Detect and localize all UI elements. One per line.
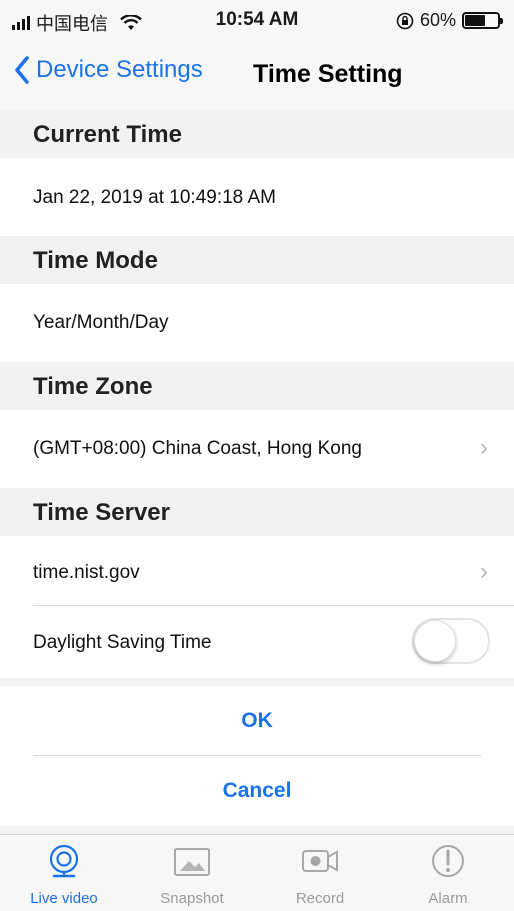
back-button-label: Device Settings	[36, 56, 203, 83]
section-header-time-zone: Time Zone	[0, 362, 514, 410]
tab-label: Live video	[30, 890, 98, 907]
ok-button[interactable]: OK	[0, 709, 514, 733]
tab-label: Snapshot	[160, 890, 224, 907]
orientation-lock-icon	[396, 12, 414, 29]
time-mode-value: Year/Month/Day	[33, 312, 169, 333]
daylight-saving-toggle[interactable]	[412, 618, 490, 664]
live-video-icon	[49, 844, 79, 878]
battery-percent: 60%	[419, 10, 456, 30]
section-title: Time Mode	[33, 247, 158, 274]
current-time-row: Jan 22, 2019 at 10:49:18 AM	[0, 158, 514, 236]
tab-alarm[interactable]: Alarm	[384, 835, 512, 911]
chevron-right-icon: ›	[480, 434, 488, 461]
navigation-bar: Device Settings Time Setting	[0, 40, 514, 110]
section-title: Current Time	[33, 121, 182, 148]
battery-icon	[462, 12, 503, 29]
time-server-row[interactable]: time.nist.gov ›	[0, 536, 514, 605]
tab-record[interactable]: Record	[256, 835, 384, 911]
tab-label: Alarm	[428, 890, 468, 907]
tab-label: Record	[295, 890, 345, 907]
tab-live-video[interactable]: Live video	[0, 835, 128, 911]
battery-fill	[465, 15, 486, 26]
time-mode-row[interactable]: Year/Month/Day	[0, 284, 514, 362]
alarm-icon	[432, 845, 464, 877]
status-bar: 中国电信 10:54 AM 60%	[0, 0, 514, 40]
cancel-button[interactable]: Cancel	[0, 779, 514, 803]
time-zone-value: (GMT+08:00) China Coast, Hong Kong	[33, 438, 362, 459]
section-spacer	[0, 826, 514, 834]
section-header-current-time: Current Time	[0, 110, 514, 158]
chevron-right-icon: ›	[480, 558, 488, 585]
section-header-time-server: Time Server	[0, 488, 514, 536]
daylight-saving-label: Daylight Saving Time	[33, 632, 212, 653]
tab-bar: Live video Snapshot Record Alarm	[0, 834, 514, 911]
snapshot-icon	[174, 848, 210, 876]
tab-snapshot[interactable]: Snapshot	[128, 835, 256, 911]
button-divider	[33, 755, 481, 756]
page-title: Time Setting	[253, 60, 403, 88]
status-right: 60%	[396, 10, 503, 31]
daylight-saving-row: Daylight Saving Time	[0, 606, 514, 678]
chevron-left-icon	[15, 56, 29, 84]
time-server-value: time.nist.gov	[33, 562, 140, 583]
section-title: Time Server	[33, 499, 170, 526]
time-zone-row[interactable]: (GMT+08:00) China Coast, Hong Kong ›	[0, 410, 514, 488]
back-button[interactable]: Device Settings	[14, 56, 203, 84]
section-spacer	[0, 678, 514, 686]
section-title: Time Zone	[33, 373, 153, 400]
section-header-time-mode: Time Mode	[0, 236, 514, 284]
toggle-knob	[414, 620, 456, 662]
current-time-value: Jan 22, 2019 at 10:49:18 AM	[33, 187, 276, 208]
record-icon	[302, 850, 338, 872]
